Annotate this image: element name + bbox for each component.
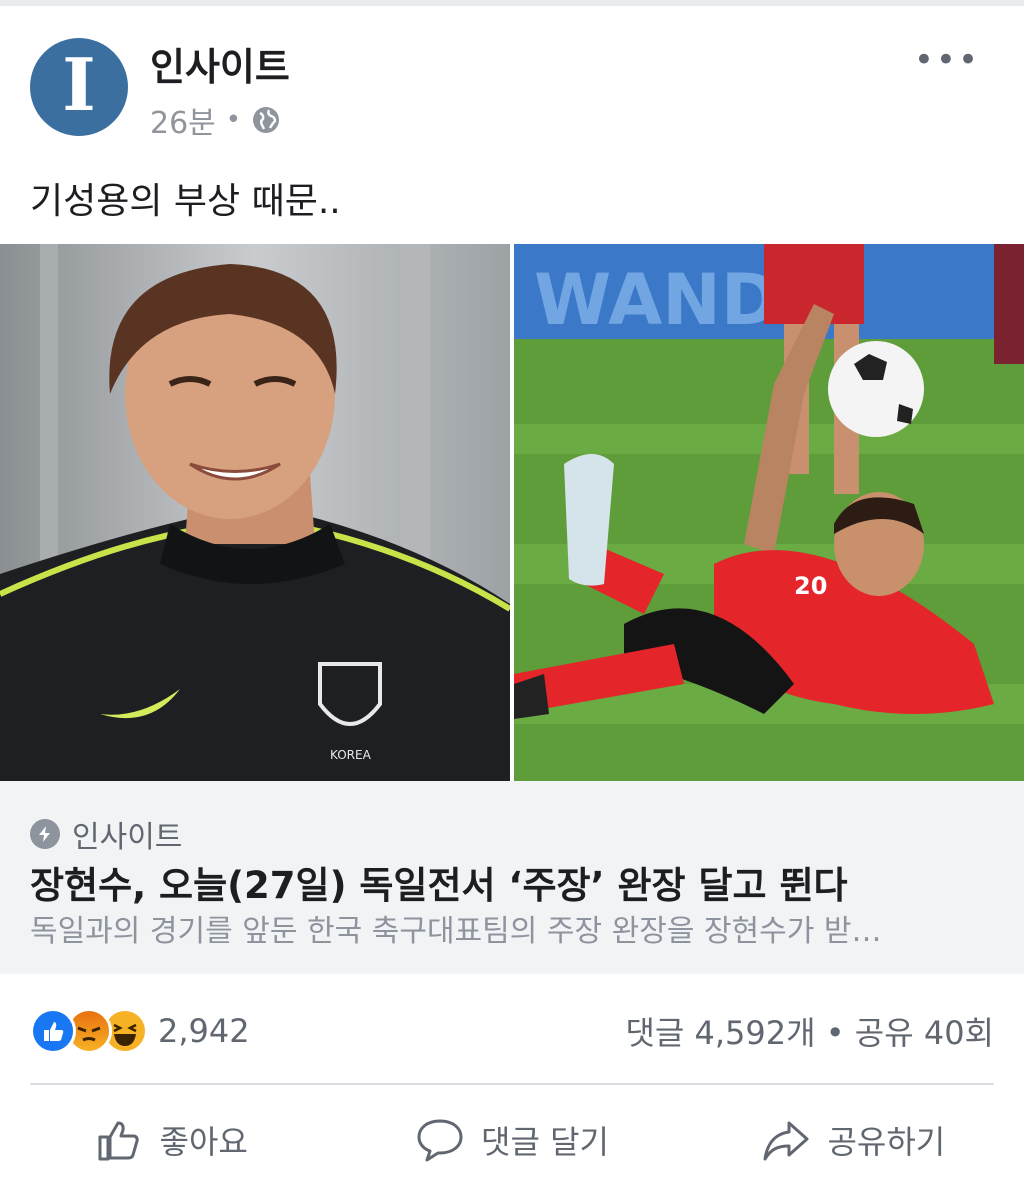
link-source-row: 인사이트 xyxy=(30,812,182,856)
share-button[interactable]: 공유하기 xyxy=(683,1110,1024,1170)
like-label: 좋아요 xyxy=(159,1123,248,1161)
comment-label: 댓글 달기 xyxy=(481,1123,609,1161)
more-options-button[interactable]: ••• xyxy=(914,40,980,80)
player-slide-tackle-photo: WANDA 20 xyxy=(514,244,1024,781)
comment-share-stats[interactable]: 댓글 4,592개 • 공유 40회 xyxy=(625,1008,994,1054)
thumbs-up-icon xyxy=(98,1121,139,1161)
top-bar xyxy=(0,0,1024,6)
action-bar: 좋아요 댓글 달기 공유하기 xyxy=(0,1110,1024,1170)
share-arrow-icon xyxy=(763,1121,809,1161)
like-button[interactable]: 좋아요 xyxy=(0,1110,341,1170)
instant-article-bolt-icon xyxy=(30,819,60,849)
reaction-count: 2,942 xyxy=(158,1012,250,1050)
page-name[interactable]: 인사이트 xyxy=(150,36,290,91)
meta-separator: • xyxy=(225,105,242,135)
link-headline[interactable]: 장현수, 오늘(27일) 독일전서 ‘주장’ 완장 달고 뛴다 xyxy=(30,855,847,909)
link-photos[interactable]: KOREA WANDA 20 xyxy=(0,244,1024,781)
comment-bubble-icon xyxy=(417,1119,463,1162)
svg-text:20: 20 xyxy=(794,572,827,600)
globe-icon xyxy=(253,107,280,133)
player-portrait-photo: KOREA xyxy=(0,244,510,781)
comment-button[interactable]: 댓글 달기 xyxy=(341,1110,682,1170)
reaction-summary[interactable]: 2,942 xyxy=(30,1008,250,1054)
post-time[interactable]: 26분 xyxy=(150,98,216,142)
post-meta: 26분 • xyxy=(150,98,281,142)
svg-text:KOREA: KOREA xyxy=(330,748,372,762)
link-source-name: 인사이트 xyxy=(72,820,183,855)
divider xyxy=(30,1083,994,1085)
avatar-letter: I xyxy=(62,42,96,127)
like-icon xyxy=(30,1008,76,1054)
page-avatar[interactable]: I xyxy=(30,38,128,136)
share-label: 공유하기 xyxy=(827,1123,946,1161)
link-description: 독일과의 경기를 앞둔 한국 축구대표팀의 주장 완장을 장현수가 받… xyxy=(30,914,882,949)
post-text: 기성용의 부상 때문.. xyxy=(30,181,341,222)
